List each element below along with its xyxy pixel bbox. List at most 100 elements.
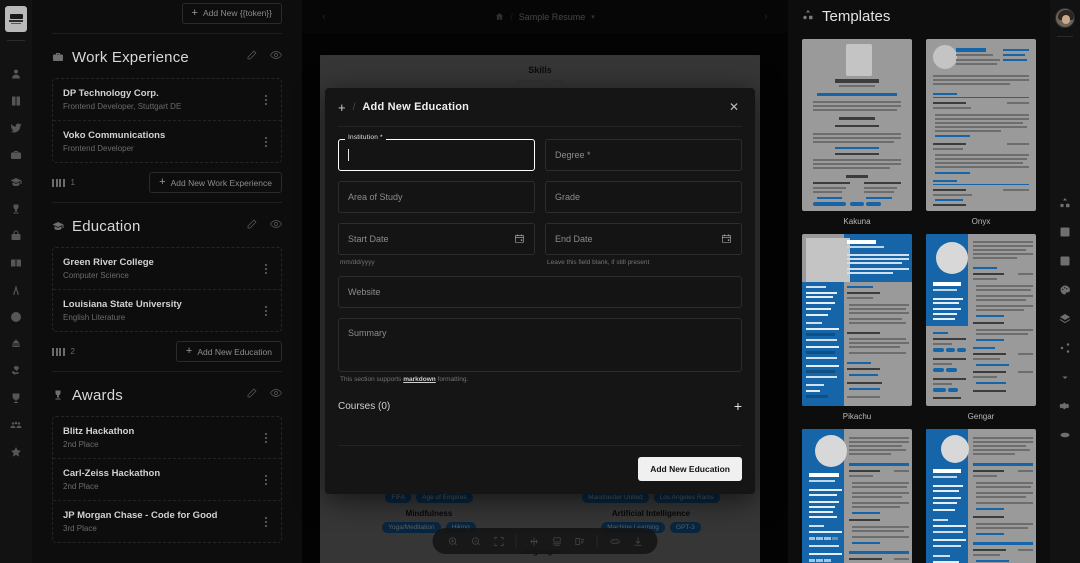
gear-icon[interactable] (1056, 398, 1074, 414)
add-new-education-button[interactable]: + Add New Education (175, 341, 282, 362)
template-card-glalie[interactable]: Glalie (926, 429, 1036, 563)
hand-heart-icon[interactable] (6, 362, 26, 380)
templates-icon (802, 8, 814, 26)
templates-icon[interactable] (1056, 195, 1074, 211)
reactive-resume-logo[interactable] (5, 6, 27, 32)
star-icon[interactable] (6, 443, 26, 461)
summary-hint-prefix: This section supports (340, 376, 404, 383)
add-course-icon[interactable]: + (734, 399, 742, 413)
trophy-icon[interactable] (6, 200, 26, 218)
twitter-bird-icon[interactable] (6, 119, 26, 137)
item-title: Louisiana State University (63, 299, 182, 310)
toggle-visibility-icon[interactable] (270, 217, 282, 235)
columns-icon (52, 178, 65, 187)
item-menu-icon[interactable] (261, 263, 271, 274)
grade-input[interactable]: Grade (545, 181, 742, 213)
avatar[interactable] (1055, 8, 1075, 28)
item-menu-icon[interactable] (261, 474, 271, 485)
template-thumbnail[interactable] (802, 429, 912, 563)
section-footer: 1 + Add New Work Experience (52, 172, 282, 193)
text-cursor (348, 149, 349, 161)
toggle-visibility-icon[interactable] (270, 386, 282, 404)
template-thumbnail[interactable] (926, 429, 1036, 563)
calendar-icon[interactable] (514, 233, 525, 246)
close-icon[interactable]: ✕ (726, 100, 742, 114)
layout-icon[interactable] (1056, 224, 1074, 240)
form-row: Area of Study Grade (338, 181, 742, 213)
users-icon[interactable] (6, 416, 26, 434)
theme-palette-icon[interactable] (1056, 282, 1074, 298)
trophy-cup-icon[interactable] (6, 389, 26, 407)
user-icon[interactable] (6, 65, 26, 83)
template-card-castform[interactable]: Castform (802, 429, 912, 563)
template-card-gengar[interactable]: Gengar (926, 234, 1036, 421)
template-thumbnail[interactable] (926, 234, 1036, 406)
book-icon[interactable] (6, 92, 26, 110)
globe-icon[interactable] (6, 308, 26, 326)
plus-icon: + (191, 6, 198, 19)
section-education: Education Green River College Computer S… (52, 203, 282, 362)
plus-icon: + (338, 99, 346, 115)
list-item[interactable]: Louisiana State University English Liter… (53, 290, 281, 331)
template-thumbnail[interactable] (926, 39, 1036, 211)
calendar-icon[interactable] (721, 233, 732, 246)
list-item[interactable]: Voko Communications Frontend Developer (53, 121, 281, 162)
area-of-study-input[interactable]: Area of Study (338, 181, 535, 213)
summary-textarea[interactable]: Summary (338, 318, 742, 372)
link-icon[interactable] (1056, 427, 1074, 443)
markdown-link[interactable]: markdown (403, 376, 436, 383)
column-count[interactable]: 1 (52, 178, 75, 187)
list-item[interactable]: Blitz Hackathon 2nd Place (53, 417, 281, 459)
download-icon[interactable] (1056, 369, 1074, 385)
compass-tool-icon[interactable] (6, 281, 26, 299)
submit-add-new-education-button[interactable]: Add New Education (638, 457, 742, 481)
item-title: Blitz Hackathon (63, 426, 135, 437)
graduation-cap-icon[interactable] (6, 173, 26, 191)
briefcase-icon[interactable] (6, 146, 26, 164)
template-thumbnail[interactable] (802, 39, 912, 211)
modal-footer: Add New Education (338, 446, 742, 494)
item-menu-icon[interactable] (261, 305, 271, 316)
toggle-visibility-icon[interactable] (270, 48, 282, 66)
list-item[interactable]: DP Technology Corp. Frontend Developer, … (53, 79, 281, 121)
template-card-pikachu[interactable]: Pikachu (802, 234, 912, 421)
edit-section-icon[interactable] (246, 48, 258, 66)
css-layers-icon[interactable] (1056, 311, 1074, 327)
template-card-kakuna[interactable]: Kakuna (802, 39, 912, 226)
item-subtitle: Frontend Developer, Stuttgart DE (63, 102, 182, 111)
typography-icon[interactable] (1056, 253, 1074, 269)
book-open-icon[interactable] (6, 254, 26, 272)
list-item[interactable]: JP Morgan Chase - Code for Good 3rd Plac… (53, 501, 281, 542)
item-menu-icon[interactable] (261, 516, 271, 527)
list-item[interactable]: Carl-Zeiss Hackathon 2nd Place (53, 459, 281, 501)
add-new-token-button[interactable]: + Add New {{token}} (181, 2, 282, 24)
item-title: Voko Communications (63, 130, 166, 141)
start-date-input[interactable]: Start Date (338, 223, 535, 255)
item-menu-icon[interactable] (261, 94, 271, 105)
website-input[interactable]: Website (338, 276, 742, 308)
count-value: 1 (70, 178, 75, 187)
item-title: Green River College (63, 257, 154, 268)
certificate-icon[interactable] (6, 227, 26, 245)
edit-section-icon[interactable] (246, 386, 258, 404)
column-count[interactable]: 2 (52, 347, 75, 356)
end-date-input[interactable]: End Date (545, 223, 742, 255)
template-thumbnail[interactable] (802, 234, 912, 406)
game-icon[interactable] (6, 335, 26, 353)
app-root: + Add New {{token}} Work Experience DP T… (0, 0, 1080, 563)
left-rail-items (6, 65, 26, 461)
plus-icon: + (159, 176, 166, 188)
share-icon[interactable] (1056, 340, 1074, 356)
work-experience-list: DP Technology Corp. Frontend Developer, … (52, 78, 282, 163)
list-item[interactable]: Green River College Computer Science (53, 248, 281, 290)
website-placeholder: Website (348, 287, 381, 297)
item-menu-icon[interactable] (261, 136, 271, 147)
item-menu-icon[interactable] (261, 432, 271, 443)
institution-input[interactable] (338, 139, 535, 171)
start-date-placeholder: Start Date (348, 234, 389, 244)
template-card-onyx[interactable]: Onyx (926, 39, 1036, 226)
degree-input[interactable]: Degree * (545, 139, 742, 171)
edit-section-icon[interactable] (246, 217, 258, 235)
add-new-work-experience-button[interactable]: + Add New Work Experience (149, 172, 282, 193)
courses-count: (0) (378, 400, 391, 412)
